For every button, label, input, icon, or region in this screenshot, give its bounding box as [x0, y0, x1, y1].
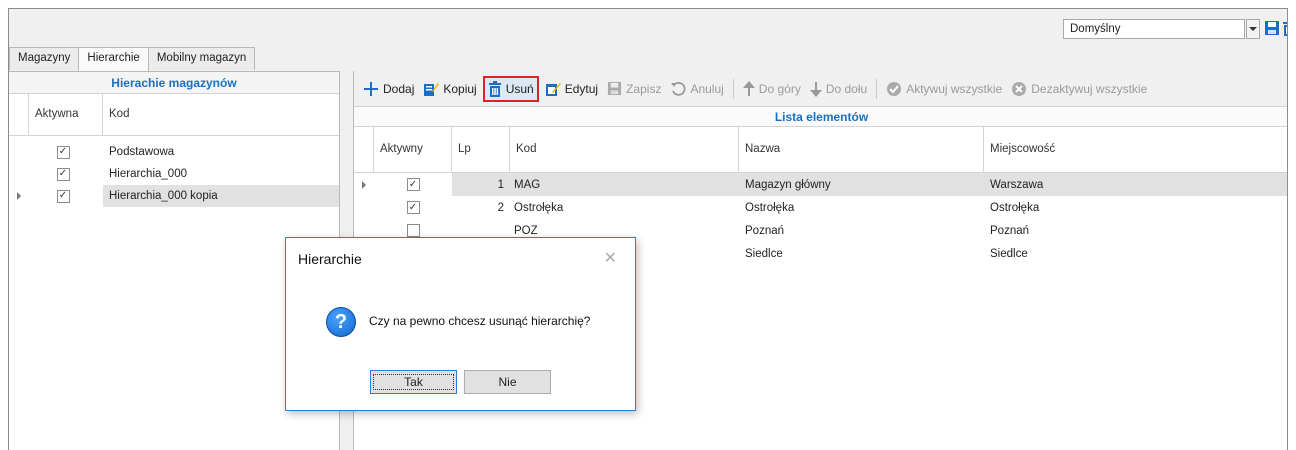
arrow-down-icon	[809, 81, 822, 97]
copy-button[interactable]: Kopiuj	[420, 76, 479, 102]
row-code: MAG	[514, 178, 541, 191]
row-lp: 2	[497, 201, 504, 214]
trash-icon	[488, 80, 502, 97]
undo-icon	[670, 81, 686, 97]
dialog-title: Hierarchie	[298, 251, 362, 267]
app-window: Domyślny Magazyny Hierarchie Mobilny mag…	[8, 8, 1288, 450]
grid-header: Aktywna Kod	[9, 94, 339, 136]
save-icon	[607, 81, 622, 96]
cancel-button[interactable]: Anuluj	[667, 76, 726, 102]
check-circle-icon	[886, 81, 902, 97]
move-down-label: Do dołu	[825, 81, 868, 96]
close-icon[interactable]: ✕	[604, 248, 617, 268]
add-label: Dodaj	[383, 81, 415, 96]
activate-all-button[interactable]: Aktywuj wszystkie	[883, 76, 1005, 102]
question-icon: ?	[326, 307, 356, 337]
tab-mobilny-magazyn[interactable]: Mobilny magazyn	[147, 47, 256, 70]
active-checkbox[interactable]: ✓	[406, 201, 420, 214]
save-label: Zapisz	[626, 81, 662, 96]
yes-label: Tak	[373, 374, 454, 390]
row-city: Poznań	[990, 224, 1030, 237]
chevron-down-icon[interactable]	[1246, 19, 1260, 39]
column-header-aktywna[interactable]: Aktywna	[29, 94, 103, 135]
deactivate-all-button[interactable]: Dezaktywuj wszystkie	[1008, 76, 1150, 102]
tab-magazyny[interactable]: Magazyny	[9, 47, 80, 70]
plus-icon	[363, 81, 379, 97]
toolbar-separator	[876, 78, 878, 99]
edit-label: Edytuj	[564, 81, 599, 96]
arrow-up-icon	[742, 80, 755, 97]
profile-select[interactable]: Domyślny	[1063, 19, 1245, 39]
active-checkbox[interactable]: ✓	[56, 167, 70, 181]
toolbar: Dodaj Kopiuj Usuń Edytuj Zapisz Anuluj D…	[354, 71, 1287, 107]
delete-button[interactable]: Usuń	[482, 75, 539, 102]
save-profile-icon[interactable]	[1263, 18, 1281, 38]
move-up-label: Do góry	[758, 81, 801, 96]
row-city: Ostrołęka	[990, 201, 1040, 214]
copy-icon	[423, 81, 440, 97]
row-city: Siedlce	[990, 247, 1028, 260]
top-strip: Domyślny	[9, 9, 1287, 45]
column-header-lp[interactable]: Lp	[452, 127, 510, 172]
confirm-dialog: Hierarchie ✕ ? Czy na pewno chcesz usuną…	[285, 237, 636, 411]
column-header-kod[interactable]: Kod	[103, 94, 339, 135]
x-circle-icon	[1011, 81, 1027, 97]
row-indicator-header	[9, 94, 29, 135]
deactivate-all-label: Dezaktywuj wszystkie	[1031, 81, 1148, 96]
save-button[interactable]: Zapisz	[604, 76, 664, 102]
tab-hierarchie[interactable]: Hierarchie	[78, 47, 149, 72]
row-code: Ostrołęka	[514, 201, 564, 214]
hierarchy-code: Hierarchia_000 kopia	[103, 185, 339, 207]
move-down-button[interactable]: Do dołu	[807, 76, 870, 102]
row-name: Poznań	[745, 224, 785, 237]
row-indicator-header	[354, 127, 374, 172]
current-row-indicator	[9, 185, 29, 207]
row-name: Ostrołęka	[745, 201, 795, 214]
toolbar-separator	[732, 78, 734, 99]
column-header-kod[interactable]: Kod	[510, 127, 739, 172]
active-checkbox[interactable]: ✓	[406, 178, 420, 191]
row-indicator	[9, 163, 29, 185]
activate-all-label: Aktywuj wszystkie	[906, 81, 1003, 96]
row-lp: 1	[497, 178, 504, 191]
column-header-aktywny[interactable]: Aktywny	[374, 127, 452, 172]
column-header-nazwa[interactable]: Nazwa	[739, 127, 984, 172]
table-row[interactable]: ✓ Podstawowa	[9, 141, 339, 163]
table-row[interactable]: ✓ Hierarchia_000	[9, 163, 339, 185]
delete-label: Usuń	[505, 81, 534, 96]
active-checkbox[interactable]: ✓	[56, 145, 70, 159]
no-label: Nie	[498, 375, 517, 389]
row-name: Magazyn główny	[745, 178, 831, 191]
row-city: Warszawa	[990, 178, 1044, 191]
dialog-message: Czy na pewno chcesz usunąć hierarchię?	[369, 314, 591, 328]
tab-bar: Magazyny Hierarchie Mobilny magazyn	[9, 47, 256, 72]
row-indicator	[9, 141, 29, 163]
move-up-button[interactable]: Do góry	[740, 76, 804, 102]
cancel-label: Anuluj	[690, 81, 724, 96]
hierarchy-code: Hierarchia_000	[109, 168, 187, 180]
table-row[interactable]: ✓ 2 Ostrołęka Ostrołęka Ostrołęka	[354, 196, 1287, 219]
add-button[interactable]: Dodaj	[360, 76, 417, 102]
column-header-miejscowosc[interactable]: Miejscowość	[984, 127, 1287, 172]
hierarchy-code: Podstawowa	[109, 146, 175, 158]
yes-button[interactable]: Tak	[370, 370, 457, 394]
table-row[interactable]: ✓ Hierarchia_000 kopia	[9, 185, 339, 207]
panel-title: Hierachie magazynów	[9, 72, 339, 94]
current-row-indicator	[354, 173, 374, 196]
active-checkbox[interactable]	[406, 224, 420, 237]
edit-button[interactable]: Edytuj	[542, 76, 601, 102]
active-checkbox[interactable]: ✓	[56, 189, 70, 203]
no-button[interactable]: Nie	[464, 370, 551, 394]
grid-header: Aktywny Lp Kod Nazwa Miejscowość	[354, 127, 1287, 173]
list-title: Lista elementów	[354, 107, 1287, 127]
row-name: Siedlce	[745, 247, 783, 260]
copy-label: Kopiuj	[443, 81, 477, 96]
table-row[interactable]: ✓ 1 MAG Magazyn główny Warszawa	[354, 173, 1287, 196]
edit-icon	[545, 81, 561, 97]
trash-icon[interactable]	[1280, 18, 1287, 38]
